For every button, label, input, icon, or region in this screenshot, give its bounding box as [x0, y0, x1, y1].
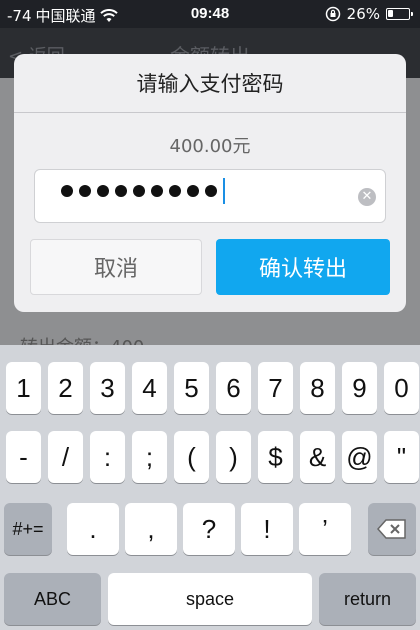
- password-dot: [187, 185, 199, 197]
- key-8[interactable]: 8: [300, 362, 335, 414]
- password-dot: [61, 185, 73, 197]
- key-punctuation[interactable]: ’: [299, 503, 351, 555]
- return-key[interactable]: return: [319, 573, 416, 625]
- key-symbol[interactable]: &: [300, 431, 335, 483]
- key-9[interactable]: 9: [342, 362, 377, 414]
- space-key[interactable]: space: [108, 573, 312, 625]
- backspace-icon: [377, 519, 406, 539]
- battery-percentage: 26%: [346, 5, 380, 23]
- transfer-amount: 400.00元: [169, 136, 251, 157]
- password-dot: [169, 185, 181, 197]
- password-dot: [151, 185, 163, 197]
- key-2[interactable]: 2: [48, 362, 83, 414]
- key-symbol[interactable]: $: [258, 431, 293, 483]
- battery-fill: [388, 10, 393, 17]
- status-right: 26%: [325, 5, 413, 23]
- password-dot: [205, 185, 217, 197]
- key-5[interactable]: 5: [174, 362, 209, 414]
- clear-icon[interactable]: ✕: [358, 188, 376, 206]
- cancel-button[interactable]: 取消: [30, 239, 202, 295]
- key-symbol[interactable]: (: [174, 431, 209, 483]
- text-caret: [223, 178, 225, 204]
- key-symbol[interactable]: ": [384, 431, 419, 483]
- dialog-title: 请输入支付密码: [136, 72, 284, 96]
- password-dot: [97, 185, 109, 197]
- status-bar: -74 中国联通 09:48 26%: [0, 0, 420, 28]
- key-symbol[interactable]: /: [48, 431, 83, 483]
- key-symbol[interactable]: ): [216, 431, 251, 483]
- rotation-lock-icon: [325, 6, 340, 22]
- key-punctuation[interactable]: ?: [183, 503, 235, 555]
- key-punctuation[interactable]: .: [67, 503, 119, 555]
- key-1[interactable]: 1: [6, 362, 41, 414]
- password-dots: [61, 178, 225, 204]
- confirm-transfer-button[interactable]: 确认转出: [216, 239, 390, 295]
- password-dot: [115, 185, 127, 197]
- payment-password-dialog: 请输入支付密码 400.00元 ✕ 取消 确认转出: [14, 54, 406, 312]
- key-punctuation[interactable]: !: [241, 503, 293, 555]
- key-6[interactable]: 6: [216, 362, 251, 414]
- numeric-keyboard: 1 2 3 4 5 6 7 8 9 0 - /:;() $ & @ " #+=.,?!’ ABC space retu…: [0, 345, 420, 630]
- key-symbol[interactable]: @: [342, 431, 377, 483]
- key-0[interactable]: 0: [384, 362, 419, 414]
- password-dot: [79, 185, 91, 197]
- key-4[interactable]: 4: [132, 362, 167, 414]
- key-symbol[interactable]: :: [90, 431, 125, 483]
- key-symbol[interactable]: ;: [132, 431, 167, 483]
- backspace-key[interactable]: [368, 503, 416, 555]
- dialog-divider: [14, 112, 406, 113]
- key-3[interactable]: 3: [90, 362, 125, 414]
- battery-icon: [386, 8, 413, 20]
- key-abc[interactable]: ABC: [4, 573, 101, 625]
- key-punctuation[interactable]: ,: [125, 503, 177, 555]
- key-7[interactable]: 7: [258, 362, 293, 414]
- key-more-symbols[interactable]: #+=: [4, 503, 52, 555]
- password-dot: [133, 185, 145, 197]
- key-symbol[interactable]: -: [6, 431, 41, 483]
- password-input[interactable]: ✕: [34, 169, 386, 223]
